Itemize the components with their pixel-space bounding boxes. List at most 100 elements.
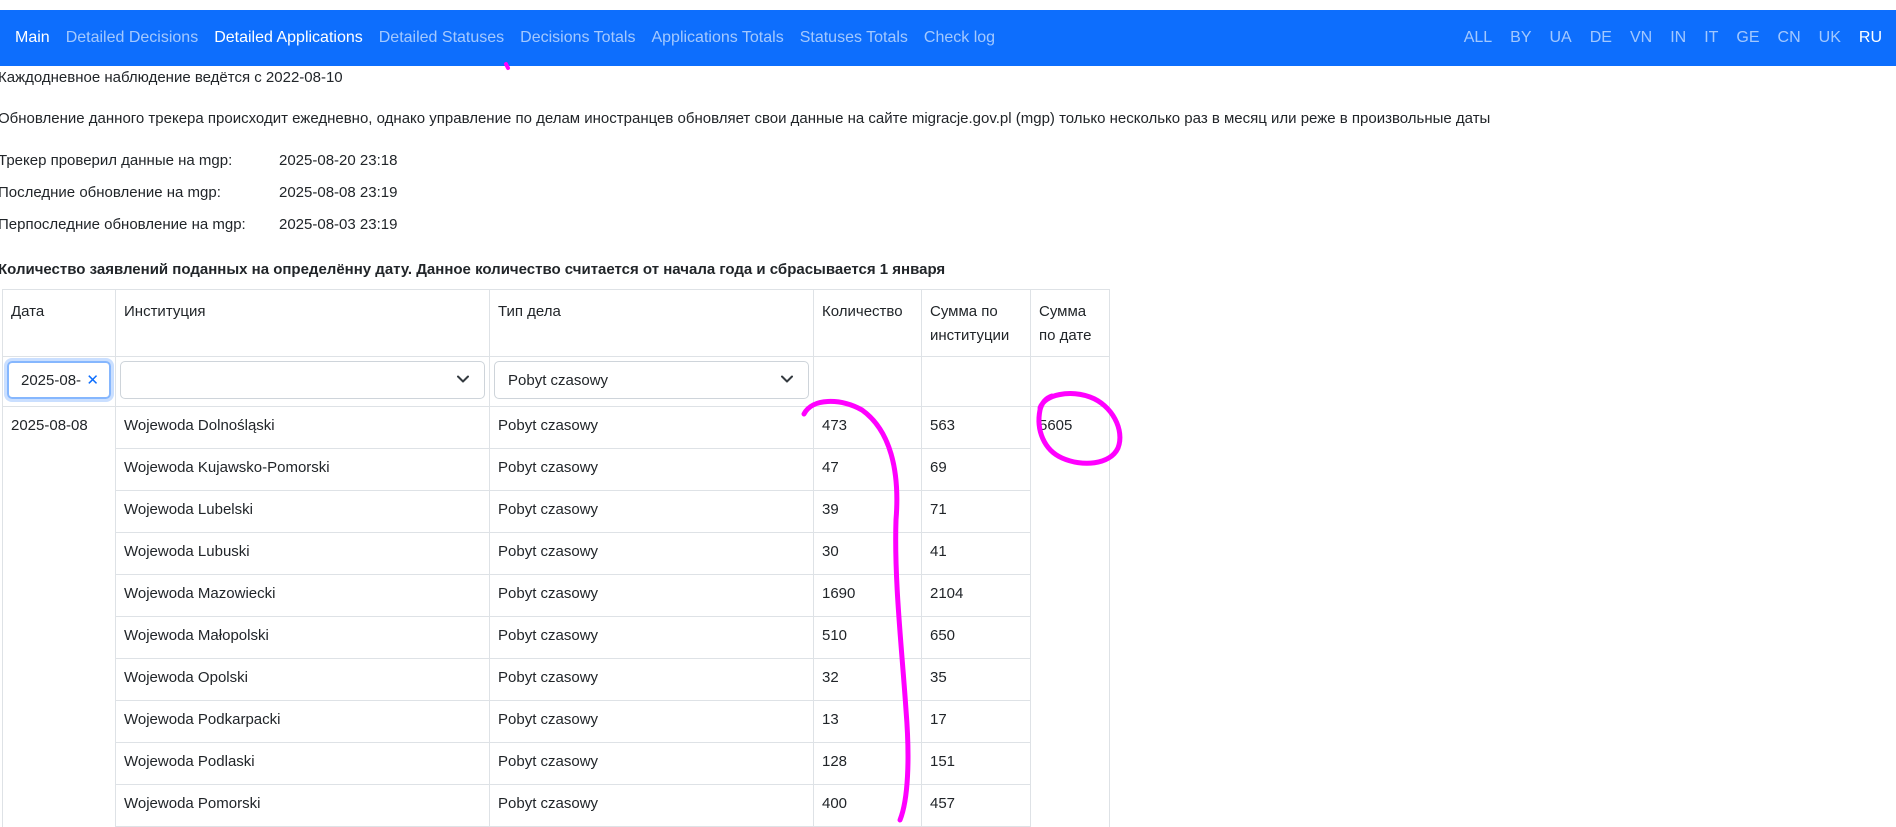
date-filter-value: 2025-08- [21,371,82,389]
filter-sum-institution-cell [921,356,1031,407]
date-cell: 2025-08-08 [2,406,116,827]
info-value: 2025-08-20 23:18 [279,152,398,169]
sum-institution-cell: 35 [921,658,1031,701]
case-type-cell: Pobyt czasowy [489,742,814,785]
filter-institution-cell [115,356,490,407]
institution-cell: Wojewoda Opolski [115,658,490,701]
col-header-sum-date: Сумма по дате [1030,289,1110,357]
sum-institution-cell: 2104 [921,574,1031,617]
tracking-since-text: Каждодневное наблюдение ведётся с 2022-0… [0,69,343,86]
table-title: Количество заявлений поданных на определ… [0,261,946,278]
header-line: Сумма по [930,303,998,320]
institution-cell: Wojewoda Małopolski [115,616,490,659]
nav-applications-totals[interactable]: Applications Totals [651,29,783,47]
date-filter-input[interactable]: 2025-08- ✕ [7,361,111,399]
institution-cell: Wojewoda Pomorski [115,784,490,827]
sum-institution-cell: 457 [921,784,1031,827]
lang-uk[interactable]: UK [1819,29,1841,47]
chevron-down-icon [457,375,469,383]
institution-cell: Wojewoda Mazowiecki [115,574,490,617]
info-value: 2025-08-08 23:19 [279,184,398,201]
col-header-count: Количество [813,289,922,357]
institution-cell: Wojewoda Podlaski [115,742,490,785]
sum-institution-cell: 563 [921,406,1031,449]
info-label: Трекер проверил данные на mgp: [0,152,233,169]
table-row: Wojewoda Lubelski Pobyt czasowy 39 71 [3,490,1110,533]
sum-institution-cell: 41 [921,532,1031,575]
count-cell: 32 [813,658,922,701]
count-cell: 30 [813,532,922,575]
nav-check-log[interactable]: Check log [924,29,995,47]
info-label: Перпоследние обновление на mgp: [0,216,246,233]
count-cell: 39 [813,490,922,533]
case-type-filter-select[interactable]: Pobyt czasowy [494,361,809,399]
nav-links: Main Detailed Decisions Detailed Applica… [15,29,1011,47]
count-cell: 473 [813,406,922,449]
clear-icon[interactable]: ✕ [86,371,99,389]
lang-ru[interactable]: RU [1859,29,1882,47]
institution-cell: Wojewoda Kujawsko-Pomorski [115,448,490,491]
filter-date-cell: 2025-08- ✕ [2,356,116,407]
chevron-down-icon [781,375,793,383]
header-line: по дате [1039,327,1092,344]
nav-main[interactable]: Main [15,29,50,47]
lang-all[interactable]: ALL [1464,29,1492,47]
table-row: Wojewoda Podlaski Pobyt czasowy 128 151 [3,742,1110,785]
sum-institution-cell: 71 [921,490,1031,533]
nav-detailed-statuses[interactable]: Detailed Statuses [379,29,504,47]
count-cell: 47 [813,448,922,491]
filter-sum-date-cell [1030,356,1110,407]
institution-filter-select[interactable] [120,361,485,399]
filter-count-cell [813,356,922,407]
lang-de[interactable]: DE [1590,29,1612,47]
case-type-filter-value: Pobyt czasowy [508,371,609,389]
sum-institution-cell: 151 [921,742,1031,785]
count-cell: 128 [813,742,922,785]
table-row: Wojewoda Kujawsko-Pomorski Pobyt czasowy… [3,448,1110,491]
nav-detailed-applications[interactable]: Detailed Applications [214,29,363,47]
table-row: Wojewoda Mazowiecki Pobyt czasowy 1690 2… [3,574,1110,617]
header-line: Сумма [1039,303,1087,320]
table-row: Wojewoda Podkarpacki Pobyt czasowy 13 17 [3,700,1110,743]
case-type-cell: Pobyt czasowy [489,574,814,617]
sum-date-cell: 5605 [1030,406,1110,827]
info-row-last-update: Последние обновление на mgp: 2025-08-08 2… [0,184,397,201]
sum-institution-cell: 69 [921,448,1031,491]
lang-ua[interactable]: UA [1550,29,1572,47]
filter-case-type-cell: Pobyt czasowy [489,356,814,407]
info-value: 2025-08-03 23:19 [279,216,398,233]
case-type-cell: Pobyt czasowy [489,448,814,491]
case-type-cell: Pobyt czasowy [489,616,814,659]
nav-detailed-decisions[interactable]: Detailed Decisions [66,29,199,47]
table-row: Wojewoda Lubuski Pobyt czasowy 30 41 [3,532,1110,575]
case-type-cell: Pobyt czasowy [489,490,814,533]
update-note-text: Обновление данного трекера происходит еж… [0,110,1491,127]
table-row: Wojewoda Pomorski Pobyt czasowy 400 457 [3,784,1110,827]
institution-cell: Wojewoda Dolnośląski [115,406,490,449]
count-cell: 510 [813,616,922,659]
info-row-prev-update: Перпоследние обновление на mgp: 2025-08-0… [0,216,397,233]
count-cell: 400 [813,784,922,827]
lang-by[interactable]: BY [1510,29,1531,47]
lang-ge[interactable]: GE [1736,29,1759,47]
table-row: Wojewoda Opolski Pobyt czasowy 32 35 [3,658,1110,701]
applications-table: Дата Институция Тип дела Количество Сумм… [2,289,1110,827]
institution-cell: Wojewoda Lubelski [115,490,490,533]
lang-cn[interactable]: CN [1778,29,1801,47]
count-cell: 1690 [813,574,922,617]
col-header-sum-institution: Сумма по институции [921,289,1031,357]
col-header-institution: Институция [115,289,490,357]
count-cell: 13 [813,700,922,743]
lang-vn[interactable]: VN [1630,29,1652,47]
nav-statuses-totals[interactable]: Statuses Totals [800,29,908,47]
lang-it[interactable]: IT [1704,29,1718,47]
case-type-cell: Pobyt czasowy [489,532,814,575]
lang-in[interactable]: IN [1670,29,1686,47]
institution-cell: Wojewoda Podkarpacki [115,700,490,743]
table-row: 2025-08-08 Wojewoda Dolnośląski Pobyt cz… [2,406,1110,827]
info-label: Последние обновление на mgp: [0,184,221,201]
nav-decisions-totals[interactable]: Decisions Totals [520,29,635,47]
case-type-cell: Pobyt czasowy [489,784,814,827]
sum-institution-cell: 650 [921,616,1031,659]
col-header-case-type: Тип дела [489,289,814,357]
